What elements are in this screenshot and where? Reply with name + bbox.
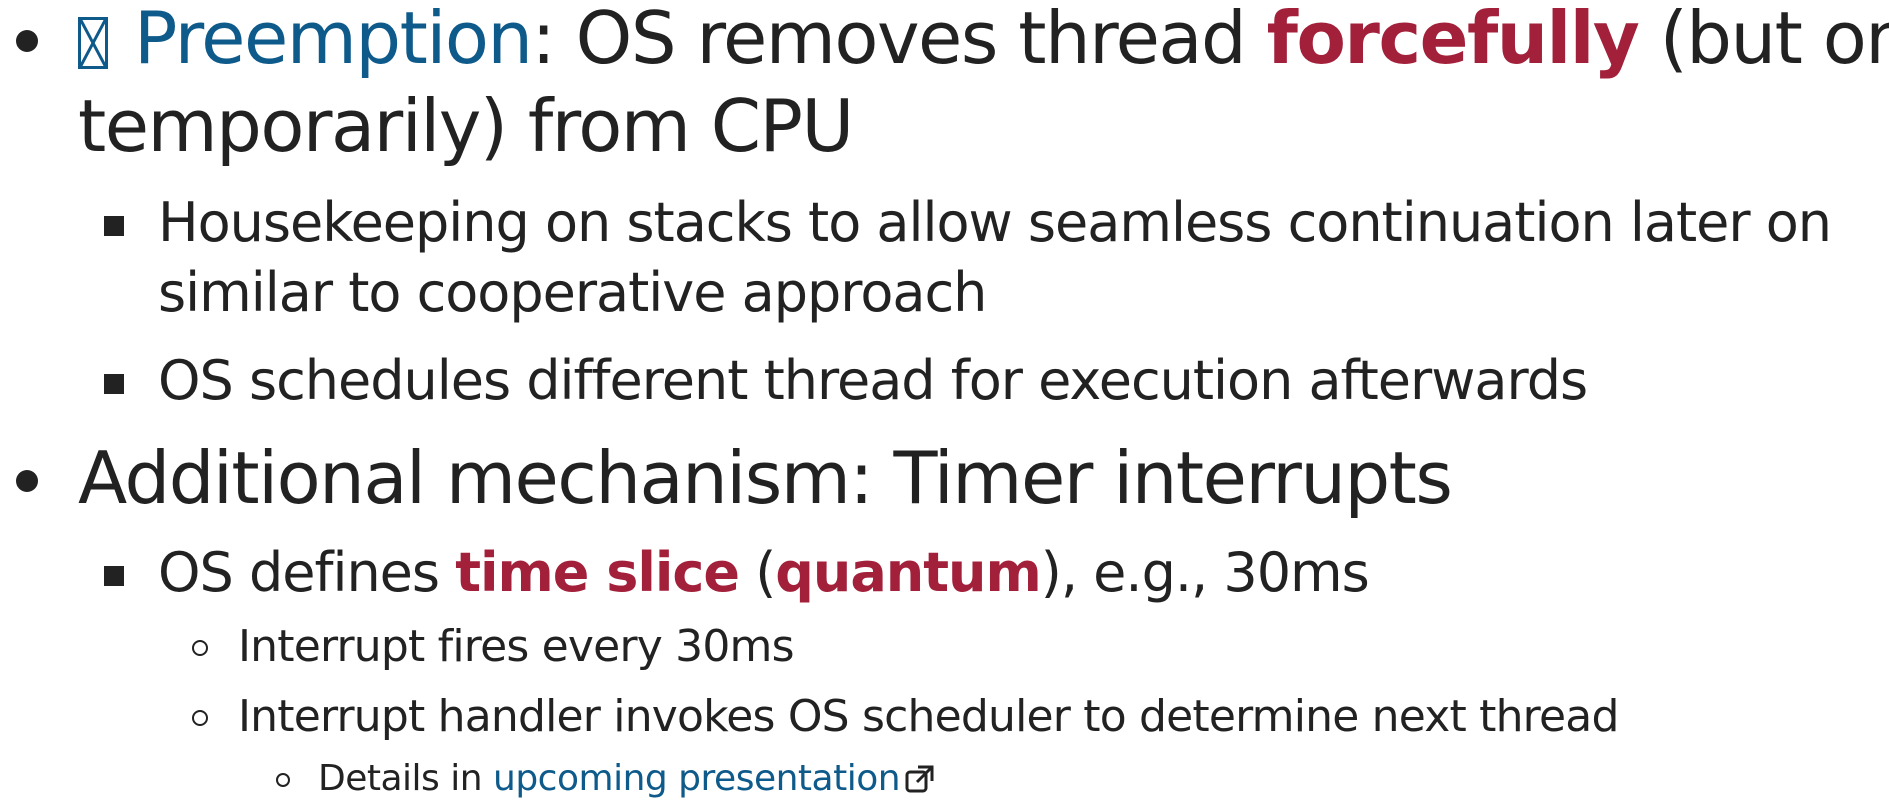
bullet-additional-mechanism: Additional mechanism: Timer interrupts <box>16 434 1878 522</box>
bullet-interrupt-fires: Interrupt fires every 30ms <box>192 618 795 676</box>
bullet-details: Details in upcoming presentation <box>276 755 936 803</box>
slide: Preemption: OS removes thread forcefully… <box>0 0 1889 799</box>
bullet-housekeeping-continuation: similar to cooperative approach <box>158 258 1878 328</box>
time-slice-text-c: ), e.g., 30ms <box>1040 541 1370 604</box>
fires-text: Interrupt fires every 30ms <box>238 621 795 672</box>
bullet-time-slice: OS defines time slice (quantum), e.g., 3… <box>104 538 1878 608</box>
preemption-line2: temporarily) from CPU <box>78 84 854 168</box>
bullet-square-marker <box>104 566 124 586</box>
bullet-circle-marker <box>192 710 208 726</box>
time-slice-text-a: OS defines <box>158 541 456 604</box>
preemption-text-a: : OS removes thread <box>531 0 1267 80</box>
bullet-schedules: OS schedules different thread for execut… <box>104 346 1878 416</box>
bullet-disc-marker <box>16 470 38 492</box>
time-slice-text-b: ( <box>739 541 776 604</box>
bullet-square-marker <box>104 374 124 394</box>
bullet-square-marker <box>104 216 124 236</box>
preemption-term: Preemption <box>134 0 533 80</box>
upcoming-presentation-link[interactable]: upcoming presentation <box>493 758 901 799</box>
external-link-icon[interactable] <box>904 763 936 795</box>
housekeeping-line1: Housekeeping on stacks to allow seamless… <box>158 191 1832 254</box>
forcefully-emphasis: forcefully <box>1266 0 1640 80</box>
bullet-circle-marker <box>192 640 208 656</box>
missing-glyph-icon <box>78 17 108 69</box>
additional-text: Additional mechanism: Timer interrupts <box>78 436 1453 520</box>
bullet-housekeeping: Housekeeping on stacks to allow seamless… <box>104 188 1878 258</box>
bullet-disc-marker <box>16 30 38 52</box>
bullet-preemption-continuation: temporarily) from CPU <box>78 82 1878 170</box>
handler-text: Interrupt handler invokes OS scheduler t… <box>238 691 1619 742</box>
time-slice-term: time slice <box>455 541 740 604</box>
bullet-interrupt-handler: Interrupt handler invokes OS scheduler t… <box>192 688 1619 746</box>
housekeeping-line2: similar to cooperative approach <box>158 261 987 324</box>
bullet-preemption: Preemption: OS removes thread forcefully… <box>16 0 1889 82</box>
quantum-term: quantum <box>775 541 1042 604</box>
preemption-text-b: (but only <box>1659 0 1889 80</box>
bullet-circle-marker <box>276 773 290 787</box>
details-text: Details in <box>318 758 494 799</box>
schedules-text: OS schedules different thread for execut… <box>158 349 1588 412</box>
